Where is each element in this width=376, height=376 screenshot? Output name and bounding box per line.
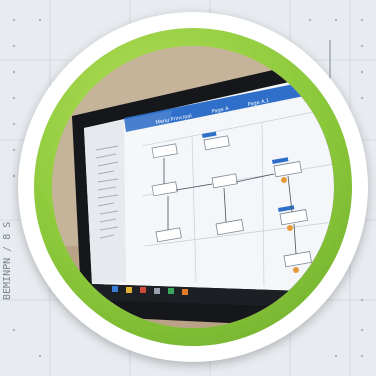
badge-photo: Menu Principal Page A Page A.1 [52,46,334,328]
edge-label: BEMINPN / 8 S [2,222,13,300]
laptop-photo: Menu Principal Page A Page A.1 [52,46,334,328]
image-canvas: BEMINPN / 8 S Menu Principal Page A Page… [0,0,376,376]
